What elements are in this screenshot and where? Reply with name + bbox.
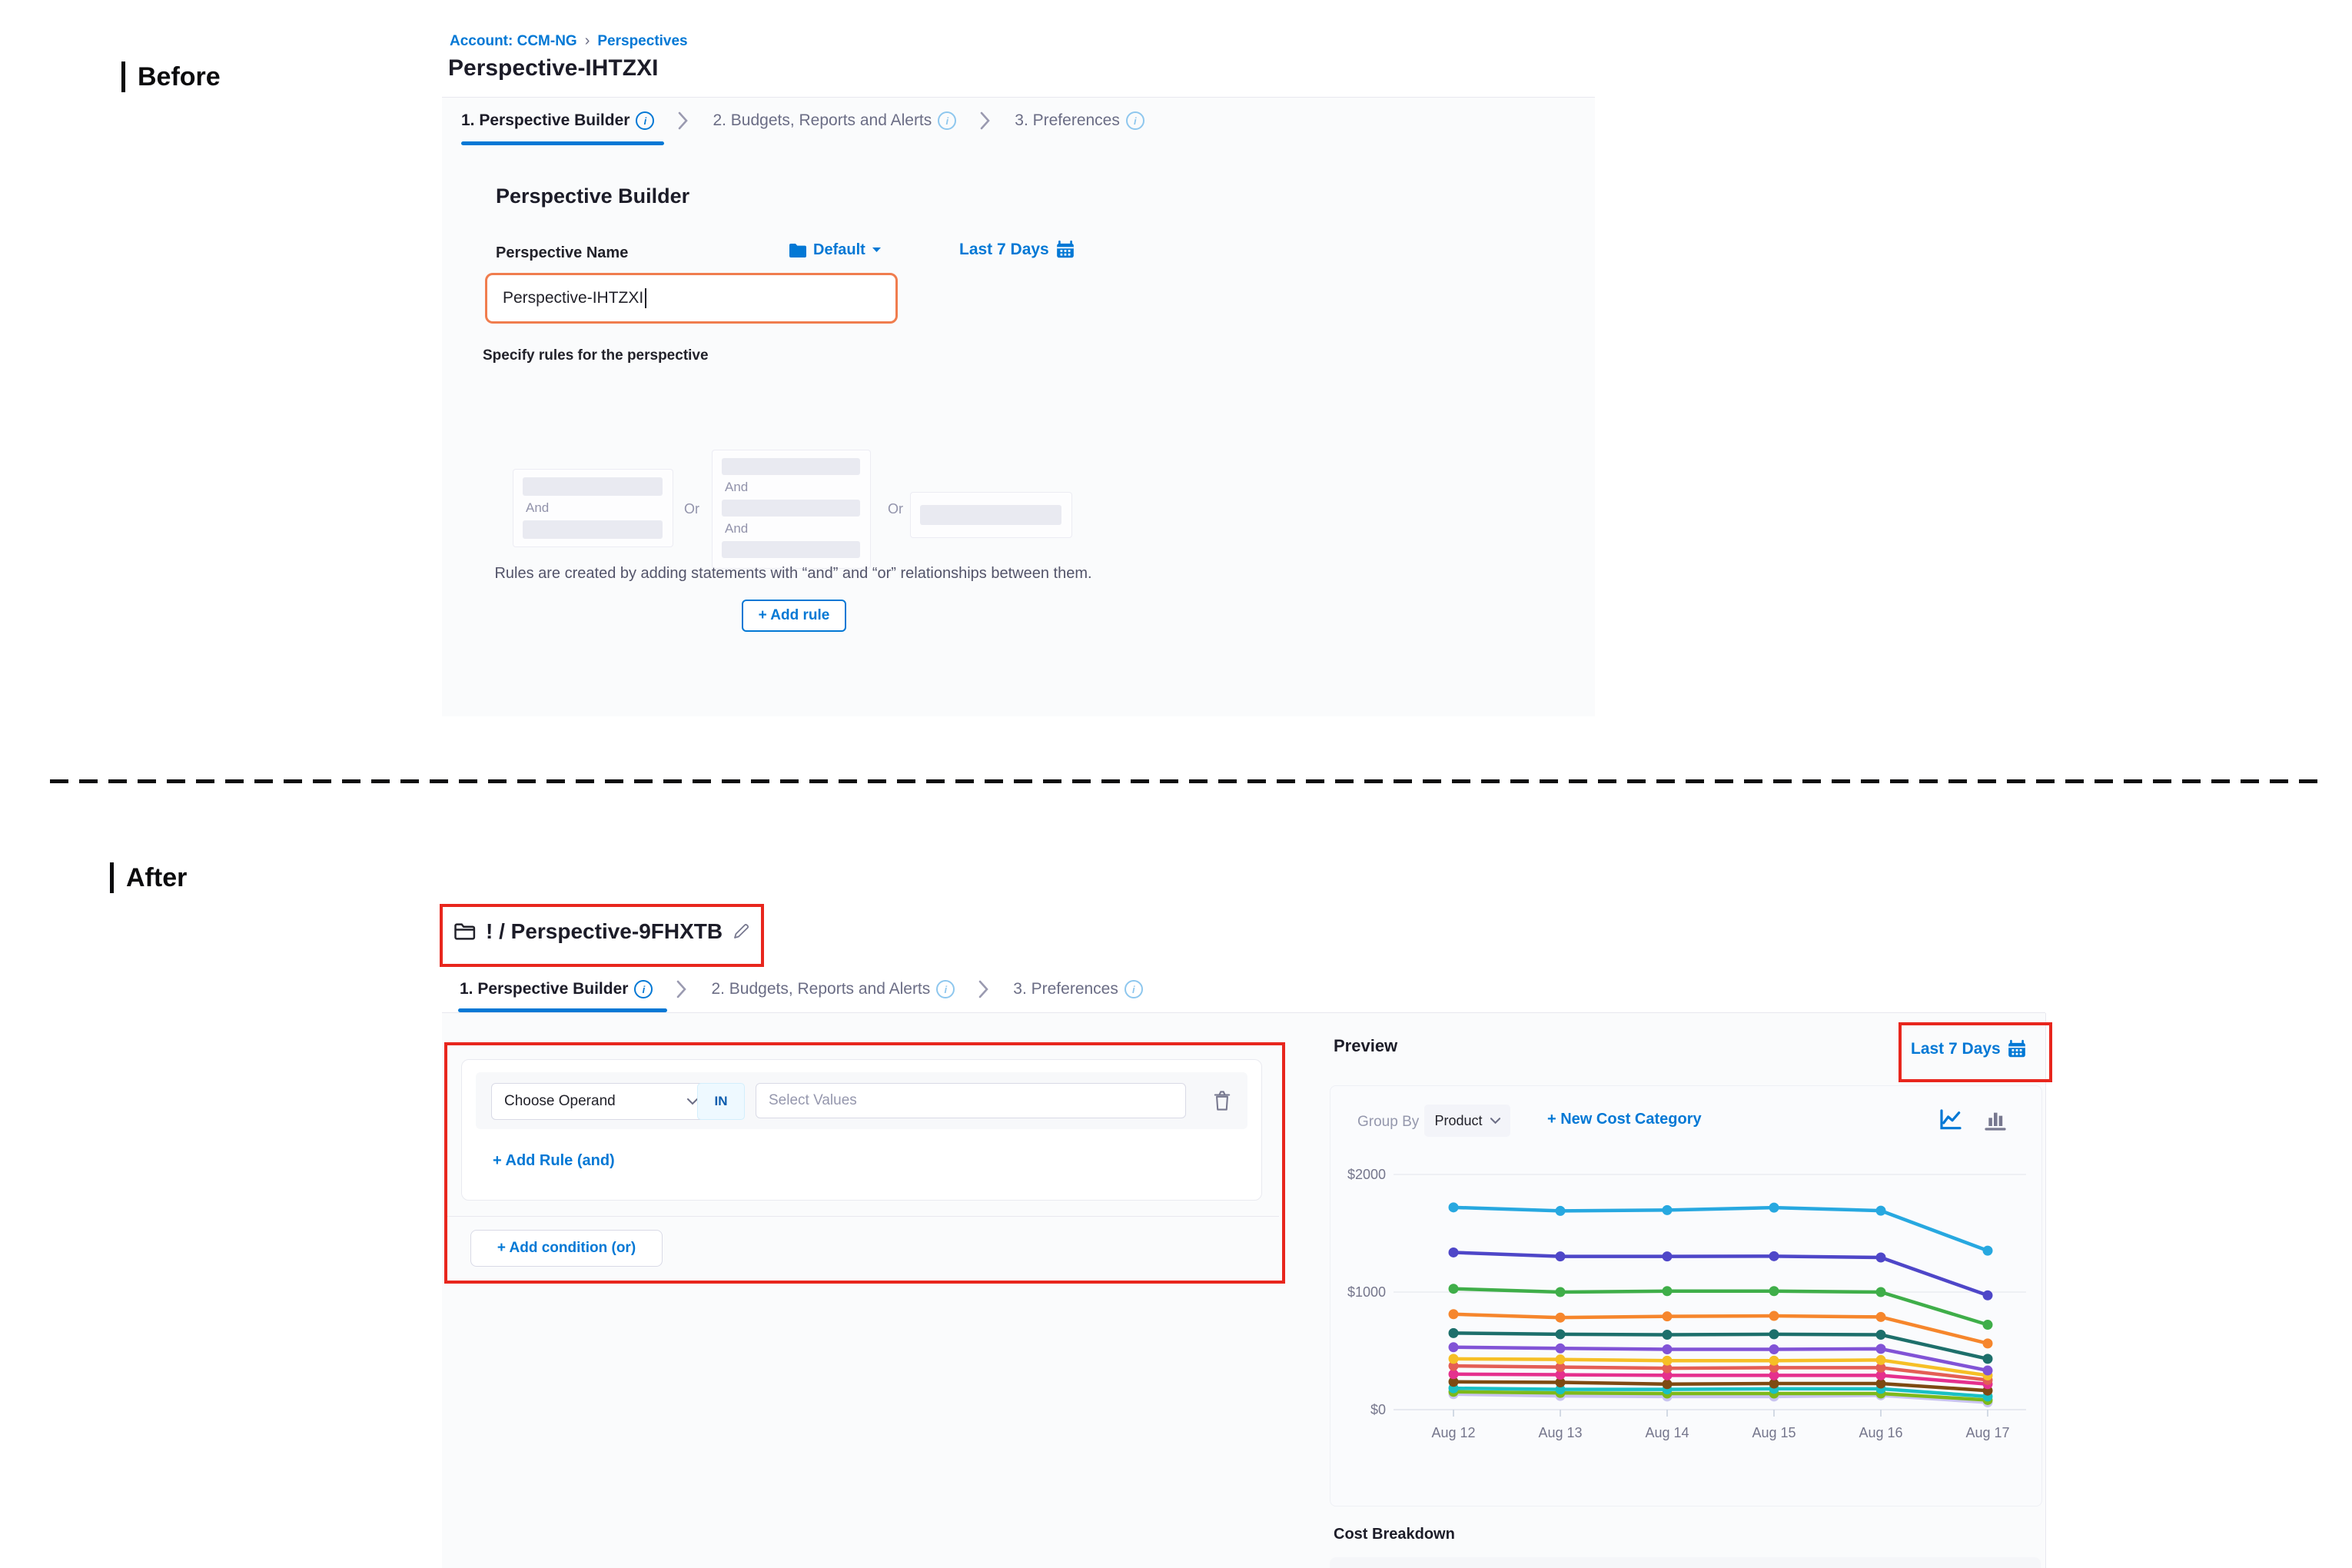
tab-preferences[interactable]: 3. Preferences i (1013, 980, 1143, 998)
before-after-divider (50, 779, 2317, 783)
svg-text:Aug 13: Aug 13 (1538, 1425, 1582, 1440)
group-by-select[interactable]: Product (1424, 1105, 1510, 1137)
preview-line-chart: $0 $1000 $2000 Aug 12 Aug 13 Aug 14 Aug 15 Aug … (1338, 1150, 2034, 1457)
folder-open-icon (453, 922, 477, 942)
after-date-range-picker[interactable]: Last 7 Days (1911, 1039, 2027, 1059)
breadcrumb-account-link[interactable]: Account: CCM-NG (450, 33, 577, 50)
svg-text:$1000: $1000 (1347, 1284, 1386, 1300)
operand-select[interactable]: Choose Operand (491, 1083, 711, 1120)
skeleton-rule-card: And (513, 469, 673, 547)
builder-heading: Perspective Builder (496, 184, 689, 208)
chevron-down-icon (1490, 1118, 1500, 1125)
chevron-right-icon (979, 111, 992, 131)
edit-pencil-icon[interactable] (732, 922, 750, 941)
after-label: After (110, 862, 187, 893)
cost-breakdown-heading: Cost Breakdown (1334, 1526, 1455, 1543)
svg-text:$2000: $2000 (1347, 1167, 1386, 1182)
trash-icon[interactable] (1212, 1089, 1232, 1112)
folder-selector[interactable]: Default (789, 241, 882, 259)
svg-text:Aug 17: Aug 17 (1965, 1425, 2009, 1440)
preview-heading: Preview (1334, 1036, 1397, 1056)
add-condition-or-button[interactable]: + Add condition (or) (470, 1230, 663, 1267)
chevron-right-icon: › (585, 32, 590, 50)
rule-section-divider (444, 1216, 1279, 1217)
after-title-row: ! / Perspective-9FHXTB (453, 919, 750, 944)
info-icon[interactable]: i (634, 980, 653, 998)
breadcrumb-perspectives-link[interactable]: Perspectives (597, 33, 687, 50)
skeleton-or-label: Or (684, 501, 699, 517)
rule-row: Choose Operand IN (476, 1072, 1247, 1129)
before-date-range-picker[interactable]: Last 7 Days (959, 240, 1075, 260)
active-tab-underline (458, 1008, 667, 1012)
cost-breakdown-panel-cutoff (1330, 1557, 2041, 1568)
info-icon[interactable]: i (1126, 111, 1144, 130)
info-icon[interactable]: i (936, 980, 955, 998)
group-by-label: Group By (1357, 1114, 1419, 1131)
tab-preferences[interactable]: 3. Preferences i (1015, 111, 1144, 130)
tab-budgets-reports-alerts[interactable]: 2. Budgets, Reports and Alerts i (713, 111, 956, 130)
info-icon[interactable]: i (636, 111, 654, 130)
folder-icon (789, 243, 807, 258)
rule-builder-card: Choose Operand IN + Add Rule (and) (461, 1059, 1262, 1201)
text-cursor (645, 288, 646, 308)
before-header-divider (442, 97, 1595, 98)
svg-text:Aug 14: Aug 14 (1645, 1425, 1689, 1440)
add-rule-button[interactable]: + Add rule (742, 600, 846, 632)
skeleton-or-label: Or (888, 501, 903, 517)
calendar-icon (1055, 240, 1075, 260)
chevron-down-icon (687, 1098, 698, 1105)
after-page-title: ! / Perspective-9FHXTB (486, 919, 723, 944)
info-icon[interactable]: i (938, 111, 956, 130)
rules-caption: Rules are created by adding statements w… (490, 565, 1097, 583)
caret-down-icon (872, 247, 882, 254)
svg-text:Aug 16: Aug 16 (1859, 1425, 1902, 1440)
tab-budgets-reports-alerts[interactable]: 2. Budgets, Reports and Alerts i (711, 980, 955, 998)
chevron-right-icon (676, 979, 688, 999)
tab-perspective-builder[interactable]: 1. Perspective Builder i (460, 980, 653, 998)
tab-perspective-builder[interactable]: 1. Perspective Builder i (461, 111, 654, 130)
screenshot-canvas: Before Account: CCM-NG › Perspectives Pe… (0, 0, 2352, 1568)
skeleton-rule-card: And And (712, 450, 871, 569)
chevron-right-icon (978, 979, 990, 999)
breadcrumb: Account: CCM-NG › Perspectives (450, 32, 688, 50)
rules-section-label: Specify rules for the perspective (483, 347, 709, 364)
new-cost-category-link[interactable]: + New Cost Category (1547, 1111, 1702, 1128)
page-title: Perspective-IHTZXI (448, 55, 658, 81)
operator-in-button[interactable]: IN (697, 1083, 745, 1120)
info-icon[interactable]: i (1125, 980, 1143, 998)
svg-text:$0: $0 (1370, 1402, 1386, 1417)
preview-card: Group By Product + New Cost Category $0$… (1330, 1085, 2042, 1507)
before-tab-bar: 1. Perspective Builder i 2. Budgets, Rep… (461, 111, 1144, 131)
chevron-right-icon (677, 111, 689, 131)
svg-text:Aug 12: Aug 12 (1431, 1425, 1475, 1440)
before-label: Before (121, 61, 221, 92)
select-values-input[interactable] (756, 1083, 1186, 1118)
skeleton-rule-card (910, 492, 1072, 538)
active-tab-underline (461, 141, 664, 145)
after-tabbar-divider (442, 1012, 2045, 1013)
after-tab-bar: 1. Perspective Builder i 2. Budgets, Rep… (460, 979, 1143, 999)
svg-text:Aug 15: Aug 15 (1752, 1425, 1796, 1440)
line-chart-toggle-icon[interactable] (1938, 1108, 1964, 1132)
perspective-name-label: Perspective Name (496, 244, 628, 262)
perspective-name-input[interactable]: Perspective-IHTZXI (485, 273, 898, 324)
add-rule-and-link[interactable]: + Add Rule (and) (493, 1152, 615, 1170)
bar-chart-toggle-icon[interactable] (1982, 1108, 2008, 1132)
calendar-icon (2007, 1039, 2027, 1059)
